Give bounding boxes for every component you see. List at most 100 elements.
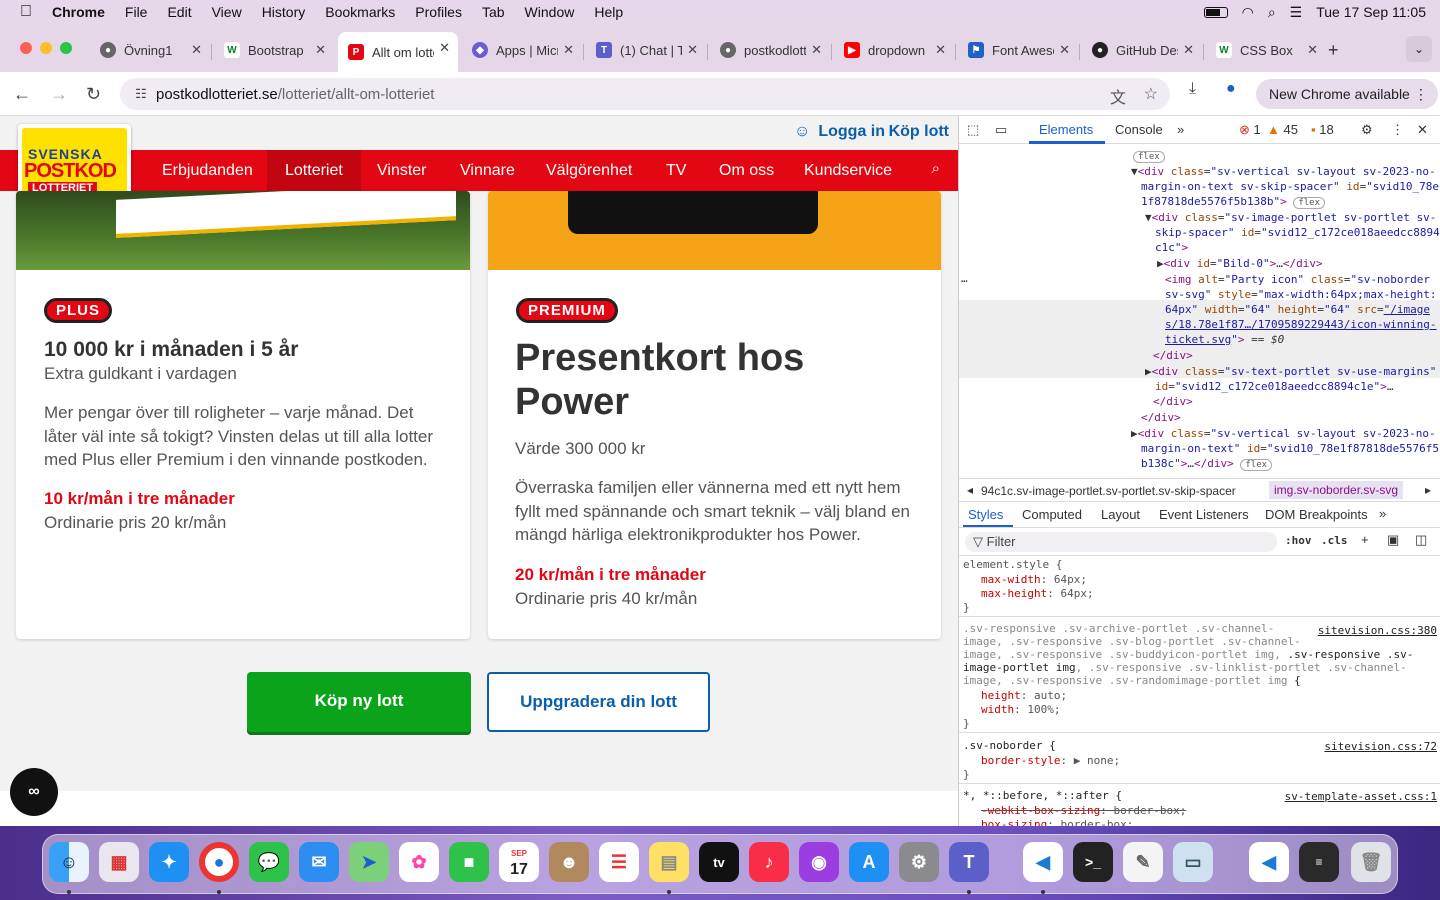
tab-styles[interactable]: Styles [968,507,1003,522]
teams-icon[interactable]: T [949,842,989,882]
dom-line[interactable]: c1c"> [1155,240,1188,255]
close-tab-icon[interactable]: ✕ [191,42,202,58]
wifi-icon[interactable]: ◠ [1242,4,1254,21]
nav-valgorenhet[interactable]: Välgörenhet [546,150,632,191]
add-rule-icon[interactable]: + [1361,532,1369,547]
css-rules[interactable]: element.style { max-width: 64px; max-hei… [959,556,1440,826]
stylesheet-link[interactable]: sitevision.css:380 [1318,624,1437,637]
dom-line[interactable]: id="svid12_c172ce018aeedcc8894c1e">… [1155,379,1393,394]
tab-dom-breakpoints[interactable]: DOM Breakpoints [1265,507,1368,522]
dom-line[interactable]: 64px" width="64" height="64" src="/image [1165,302,1430,317]
menu-edit[interactable]: Edit [167,4,191,20]
menu-view[interactable]: View [212,4,242,20]
stylesheet-link[interactable]: sv-template-asset.css:1 [1285,790,1437,803]
address-bar[interactable]: ☷ postkodlotteriet.se/lotteriet/allt-om-… [120,78,1170,110]
new-chrome-available-button[interactable]: New Chrome available ⋮ [1256,79,1438,109]
messages-icon[interactable]: 💬 [249,842,289,882]
breadcrumb-right-arrow-icon[interactable]: ▸ [1425,483,1431,497]
nav-erbjudanden[interactable]: Erbjudanden [162,150,253,191]
site-info-icon[interactable]: ☷ [126,86,156,102]
upgrade-ticket-button[interactable]: Uppgradera din lott [487,672,710,732]
tab-layout[interactable]: Layout [1101,507,1140,522]
zoom-window-button[interactable] [60,42,72,54]
nav-om-oss[interactable]: Om oss [719,150,774,191]
apple-tv-icon[interactable]: tv [699,842,739,882]
close-tab-icon[interactable]: ✕ [811,42,822,58]
color-format-icon[interactable]: ▣ [1387,532,1399,548]
breadcrumb-item[interactable]: 94c1c.sv-image-portlet.sv-portlet.sv-ski… [981,484,1263,498]
search-icon[interactable]: ⌕ [932,160,940,177]
dom-line[interactable]: 1f87818de5576f5b138b"> flex [1141,194,1326,211]
photos-icon[interactable]: ✿ [399,842,439,882]
filter-input[interactable]: ▽ Filter [965,532,1277,552]
buy-ticket-link[interactable]: Köp lott [889,123,949,141]
dom-line-selected[interactable]: <img alt="Party icon" class="sv-noborder [1165,272,1430,287]
dom-line[interactable]: margin-on-text sv-skip-spacer" id="svid1… [1141,179,1439,194]
issues-count[interactable]: ▪ 18 [1311,122,1334,137]
dom-line[interactable]: </div> [1153,394,1193,409]
system-settings-icon[interactable]: ⚙ [899,842,939,882]
download-icon[interactable]: ⤓ [1189,80,1196,98]
menu-profiles[interactable]: Profiles [415,4,462,20]
tab-ovning1[interactable]: ● Övning1 ✕ [90,34,210,66]
minimize-window-button[interactable] [40,42,52,54]
terminal-icon[interactable]: >_ [1073,842,1113,882]
preview-icon[interactable]: ▭ [1173,842,1213,882]
dom-line[interactable]: </div> [1153,348,1193,363]
close-tab-icon[interactable]: ✕ [687,42,698,58]
bookmark-star-icon[interactable]: ☆ [1144,84,1158,104]
dom-line[interactable]: skip-spacer" id="svid12_c172ce018aeedcc8… [1155,225,1440,240]
menu-bookmarks[interactable]: Bookmarks [325,4,395,20]
maps-icon[interactable]: ➤ [349,842,389,882]
dom-line[interactable]: ▶<div class="sv-text-portlet sv-use-marg… [1145,364,1436,379]
nav-tv[interactable]: TV [666,150,686,191]
cls-toggle[interactable]: .cls [1321,534,1348,547]
error-count[interactable]: ⊗ 1 [1239,122,1261,138]
dom-tree[interactable]: flex ▼<div class="sv-vertical sv-layout … [959,144,1440,478]
menu-app-name[interactable]: Chrome [52,4,105,20]
safari-icon[interactable]: ✦ [149,842,189,882]
menu-help[interactable]: Help [594,4,623,20]
dom-line[interactable]: ▼<div class="sv-vertical sv-layout sv-20… [1131,164,1436,179]
close-devtools-icon[interactable]: ✕ [1417,122,1428,138]
menu-file[interactable]: File [125,4,148,20]
tab-github-desktop[interactable]: ● GitHub Desktop ✕ [1082,34,1202,66]
code-window-icon[interactable]: ≡ [1299,842,1339,882]
profile-avatar-icon[interactable]: ● [1226,80,1236,98]
more-tabs-icon[interactable]: » [1379,506,1386,521]
accessibility-toggle-icon[interactable]: ∞ [10,768,58,816]
nav-kundservice[interactable]: Kundservice [804,150,892,191]
hov-toggle[interactable]: :hov [1285,534,1312,547]
tab-event-listeners[interactable]: Event Listeners [1159,507,1249,522]
close-tab-icon[interactable]: ✕ [935,42,946,58]
tab-computed[interactable]: Computed [1022,507,1082,522]
mail-icon[interactable]: ✉ [299,842,339,882]
close-tab-icon[interactable]: ✕ [563,42,574,58]
dom-line[interactable]: b138c">…</div> flex [1141,456,1273,473]
back-arrow-icon[interactable]: ← [13,84,31,105]
dom-line[interactable]: </div> [1141,410,1181,425]
device-toolbar-icon[interactable]: ▭ [995,122,1007,138]
menu-window[interactable]: Window [525,4,575,20]
dom-line[interactable]: ▶<div class="sv-vertical sv-layout sv-20… [1131,426,1436,441]
warning-count[interactable]: ▲ 45 [1267,122,1298,137]
tab-bootstrap[interactable]: W Bootstrap ✕ [214,34,334,66]
toggle-sidebar-icon[interactable]: ◫ [1415,532,1427,548]
tab-apps-microsoft[interactable]: ◆ Apps | Microsoft ✕ [462,34,582,66]
dom-ellipsis-icon[interactable]: … [961,271,968,286]
more-vert-icon[interactable]: ⋮ [1391,122,1404,138]
chrome-icon[interactable]: ● [199,842,239,882]
breadcrumb-left-arrow-icon[interactable]: ◂ [967,483,973,497]
apple-icon[interactable]:  [0,3,52,21]
reminders-icon[interactable]: ☰ [599,842,639,882]
contacts-icon[interactable]: ☻ [549,842,589,882]
dom-line[interactable]: margin-on-text" id="svid10_78e1f87818de5… [1141,441,1439,456]
close-tab-icon[interactable]: ✕ [1059,42,1070,58]
more-vert-icon[interactable]: ⋮ [1414,79,1428,109]
podcasts-icon[interactable]: ◉ [799,842,839,882]
tab-search-chevron-icon[interactable]: ⌄ [1406,36,1432,62]
launchpad-icon[interactable]: ▦ [99,842,139,882]
inspect-element-icon[interactable]: ⬚ [967,122,979,138]
menubar-clock[interactable]: Tue 17 Sep 11:05 [1316,4,1426,20]
vscode-icon[interactable]: ◀ [1023,842,1063,882]
